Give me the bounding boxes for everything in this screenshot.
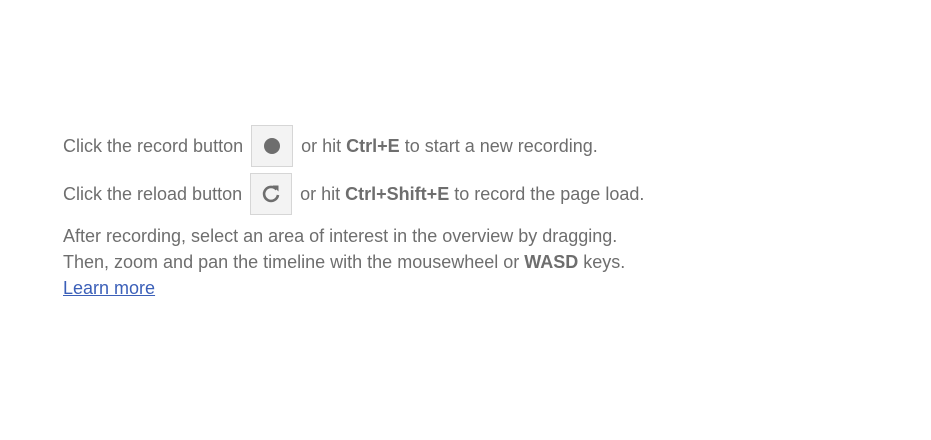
record-shortcut-text: or hit Ctrl+E to start a new recording. <box>301 136 598 156</box>
shortcut-key-e: E <box>387 136 400 156</box>
learn-more-link[interactable]: Learn more <box>63 278 155 298</box>
record-prefix-text: Click the record button <box>63 136 244 156</box>
shortcut-key-shift: Shift <box>386 184 427 204</box>
timeline-landing-page: Click the record button or hit Ctrl+E to… <box>63 125 644 301</box>
record-instruction-row: Click the record button or hit Ctrl+E to… <box>63 125 644 167</box>
shortcut-key-e: E <box>437 184 450 204</box>
reload-instruction-row: Click the reload button or hit Ctrl+Shif… <box>63 173 644 215</box>
wasd-keys: WASD <box>524 252 579 272</box>
record-button[interactable] <box>251 125 294 167</box>
reload-button[interactable] <box>250 173 293 215</box>
recording-instructions: After recording, select an area of inter… <box>63 223 644 301</box>
instruction-line-2: Then, zoom and pan the timeline with the… <box>63 252 626 272</box>
shortcut-key-ctrl: Ctrl <box>346 136 378 156</box>
record-dot-icon <box>264 138 281 154</box>
reload-shortcut-text: or hit Ctrl+Shift+E to record the page l… <box>300 184 645 204</box>
reload-icon <box>262 185 280 203</box>
shortcut-key-ctrl: Ctrl <box>345 184 377 204</box>
instruction-line-1: After recording, select an area of inter… <box>63 226 618 246</box>
reload-prefix-text: Click the reload button <box>63 184 243 204</box>
